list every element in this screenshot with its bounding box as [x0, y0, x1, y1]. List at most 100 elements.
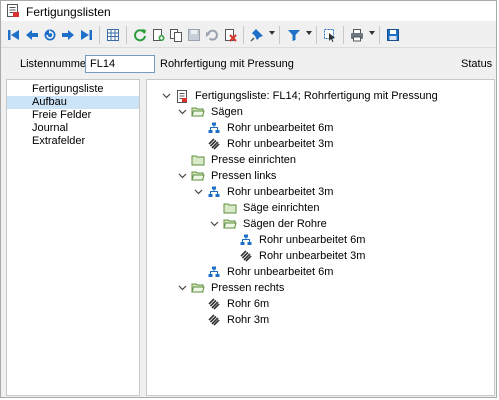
filter-dropdown-arrow[interactable] — [306, 31, 312, 35]
tree-node-label: Fertigungsliste: FL14; Rohrfertigung mit… — [195, 90, 438, 102]
toolbar-separator — [126, 26, 127, 44]
reload-button[interactable] — [131, 26, 149, 44]
tree-node[interactable]: Sägen — [177, 104, 243, 120]
tree-node-label: Rohr unbearbeitet 6m — [227, 122, 334, 134]
print-icon — [350, 28, 364, 42]
table-view-icon — [106, 28, 120, 42]
app-list-icon — [6, 4, 20, 18]
filter-icon — [287, 28, 301, 42]
tree-node-label: Sägen der Rohre — [243, 218, 327, 230]
previous-record-button[interactable] — [23, 26, 41, 44]
undo-button[interactable] — [203, 26, 221, 44]
splitter[interactable] — [142, 79, 145, 396]
sidebar-item-extrafelder[interactable]: Extrafelder — [7, 135, 139, 148]
chevron-down-icon[interactable] — [177, 171, 187, 181]
chevron-down-icon[interactable] — [177, 283, 187, 293]
disk-icon — [386, 28, 400, 42]
tree-node[interactable]: Rohr 3m — [193, 312, 269, 328]
sidebar-item-aufbau[interactable]: Aufbau — [7, 96, 139, 109]
delete-button[interactable] — [221, 26, 239, 44]
tree-node-label: Rohr unbearbeitet 3m — [227, 138, 334, 150]
pipe-icon — [207, 137, 221, 151]
tree-node-label: Rohr unbearbeitet 3m — [227, 186, 334, 198]
new-record-button[interactable] — [149, 26, 167, 44]
window: Fertigungslisten Listennummer Rohrfertig… — [0, 0, 497, 398]
toolbar-separator — [279, 26, 280, 44]
pipe-icon — [207, 297, 221, 311]
document-icon — [175, 89, 189, 103]
tree-node-label: Rohr 6m — [227, 298, 270, 310]
filter-button[interactable] — [285, 26, 303, 44]
chevron-down-icon[interactable] — [209, 219, 219, 229]
toolbar-separator — [99, 26, 100, 44]
chevron-down-icon[interactable] — [161, 91, 171, 101]
sidebar-item-journal[interactable]: Journal — [7, 122, 139, 135]
tree-node[interactable]: Rohr unbearbeitet 6m — [193, 264, 333, 280]
last-record-icon — [79, 28, 93, 42]
tree-node[interactable]: Säge einrichten — [209, 200, 319, 216]
table-view-button[interactable] — [104, 26, 122, 44]
folder-open-icon — [191, 105, 205, 119]
tree-node[interactable]: Rohr 6m — [193, 296, 269, 312]
tree-node-label: Rohr unbearbeitet 3m — [259, 250, 366, 262]
toolbar-separator — [379, 26, 380, 44]
pin-dropdown-arrow[interactable] — [269, 31, 275, 35]
first-record-button[interactable] — [5, 26, 23, 44]
next-record-button[interactable] — [59, 26, 77, 44]
print-button[interactable] — [348, 26, 366, 44]
tree-node-label: Sägen — [211, 106, 243, 118]
info-row: Listennummer Rohrfertigung mit Pressung … — [1, 49, 496, 77]
listennummer-input[interactable]: FL14 — [85, 55, 155, 73]
pipe-icon — [207, 313, 221, 327]
last-record-button[interactable] — [77, 26, 95, 44]
save-button[interactable] — [185, 26, 203, 44]
pipe-icon — [239, 249, 253, 263]
tree-view: Fertigungsliste: FL14; Rohrfertigung mit… — [146, 79, 495, 396]
folder-icon — [191, 153, 205, 167]
reload-icon — [133, 28, 147, 42]
tree-node[interactable]: Presse einrichten — [177, 152, 296, 168]
tree-node[interactable]: Pressen links — [177, 168, 276, 184]
refresh-list-button[interactable] — [41, 26, 59, 44]
save-icon — [187, 28, 201, 42]
first-record-icon — [7, 28, 21, 42]
tree-node[interactable]: Rohr unbearbeitet 3m — [193, 136, 333, 152]
tree-node[interactable]: Rohr unbearbeitet 6m — [193, 120, 333, 136]
folder-open-icon — [191, 169, 205, 183]
chevron-down-icon[interactable] — [177, 107, 187, 117]
toolbar-separator — [316, 26, 317, 44]
title-bar: Fertigungslisten — [1, 1, 496, 21]
sidebar-item-freie-felder[interactable]: Freie Felder — [7, 109, 139, 122]
tree-node[interactable]: Fertigungsliste: FL14; Rohrfertigung mit… — [161, 88, 438, 104]
pin-button[interactable] — [248, 26, 266, 44]
tree-node-label: Rohr unbearbeitet 6m — [227, 266, 334, 278]
list-description: Rohrfertigung mit Pressung — [160, 58, 294, 70]
tree-node[interactable]: Rohr unbearbeitet 6m — [225, 232, 365, 248]
copy-record-button[interactable] — [167, 26, 185, 44]
tree-node-label: Rohr unbearbeitet 6m — [259, 234, 366, 246]
sidebar-item-fertigungsliste[interactable]: Fertigungsliste — [7, 83, 139, 96]
folder-open-icon — [191, 281, 205, 295]
print-dropdown-arrow[interactable] — [369, 31, 375, 35]
tree-node-label: Pressen links — [211, 170, 277, 182]
tree-node-label: Rohr 3m — [227, 314, 270, 326]
tree-node[interactable]: Pressen rechts — [177, 280, 284, 296]
tree-node[interactable]: Rohr unbearbeitet 3m — [225, 248, 365, 264]
tree-node[interactable]: Sägen der Rohre — [209, 216, 327, 232]
next-record-icon — [61, 28, 75, 42]
select-cursor-button[interactable] — [321, 26, 339, 44]
refresh-list-icon — [43, 28, 57, 42]
chevron-down-icon[interactable] — [193, 187, 203, 197]
select-cursor-icon — [323, 28, 337, 42]
disk-button[interactable] — [384, 26, 402, 44]
folder-icon — [223, 201, 237, 215]
tree-node[interactable]: Rohr unbearbeitet 3m — [193, 184, 333, 200]
copy-record-icon — [169, 28, 183, 42]
